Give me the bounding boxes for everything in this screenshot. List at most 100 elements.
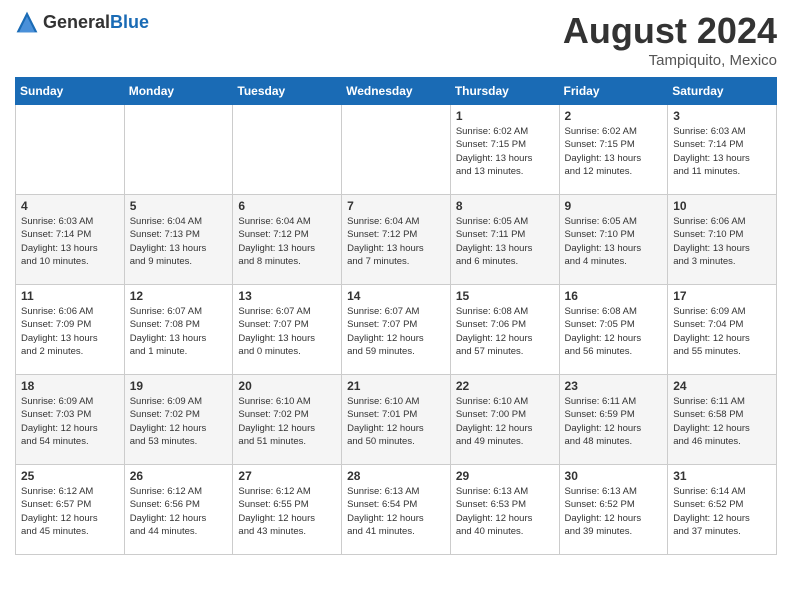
day-number: 16 <box>565 289 663 303</box>
day-info: Sunrise: 6:04 AM Sunset: 7:12 PM Dayligh… <box>238 215 336 268</box>
calendar-cell: 22 Sunrise: 6:10 AM Sunset: 7:00 PM Dayli… <box>450 375 559 465</box>
week-row-4: 25Sunrise: 6:12 AM Sunset: 6:57 PM Dayli… <box>16 465 777 555</box>
day-number: 29 <box>456 469 554 483</box>
day-info: Sunrise: 6:11 AM Sunset: 6:58 PM Dayligh… <box>673 395 771 448</box>
calendar-cell: 4 Sunrise: 6:03 AM Sunset: 7:14 PM Daylig… <box>16 195 125 285</box>
day-info: Sunrise: 6:11 AM Sunset: 6:59 PM Dayligh… <box>565 395 663 448</box>
header: GeneralBlue August 2024 Tampiquito, Mexi… <box>15 10 777 69</box>
calendar-table: SundayMondayTuesdayWednesdayThursdayFrid… <box>15 77 777 555</box>
calendar-cell: 20Sunrise: 6:10 AM Sunset: 7:02 PM Dayli… <box>233 375 342 465</box>
day-header-monday: Monday <box>124 78 233 105</box>
calendar-cell: 23 Sunrise: 6:11 AM Sunset: 6:59 PM Dayli… <box>559 375 668 465</box>
calendar-cell: 3 Sunrise: 6:03 AM Sunset: 7:14 PM Daylig… <box>668 105 777 195</box>
day-info: Sunrise: 6:03 AM Sunset: 7:14 PM Dayligh… <box>21 215 119 268</box>
day-info: Sunrise: 6:10 AM Sunset: 7:01 PM Dayligh… <box>347 395 445 448</box>
day-info: Sunrise: 6:07 AM Sunset: 7:07 PM Dayligh… <box>347 305 445 358</box>
day-info: Sunrise: 6:08 AM Sunset: 7:06 PM Dayligh… <box>456 305 554 358</box>
calendar-cell: 28 Sunrise: 6:13 AM Sunset: 6:54 PM Dayli… <box>342 465 451 555</box>
calendar-cell: 14 Sunrise: 6:07 AM Sunset: 7:07 PM Dayli… <box>342 285 451 375</box>
day-info: Sunrise: 6:13 AM Sunset: 6:54 PM Dayligh… <box>347 485 445 538</box>
day-number: 17 <box>673 289 771 303</box>
calendar-cell: 17 Sunrise: 6:09 AM Sunset: 7:04 PM Dayli… <box>668 285 777 375</box>
calendar-cell: 7Sunrise: 6:04 AM Sunset: 7:12 PM Daylig… <box>342 195 451 285</box>
calendar-cell: 2Sunrise: 6:02 AM Sunset: 7:15 PM Daylig… <box>559 105 668 195</box>
day-header-friday: Friday <box>559 78 668 105</box>
logo: GeneralBlue <box>15 10 149 34</box>
calendar-cell: 13 Sunrise: 6:07 AM Sunset: 7:07 PM Dayli… <box>233 285 342 375</box>
calendar-cell: 15 Sunrise: 6:08 AM Sunset: 7:06 PM Dayli… <box>450 285 559 375</box>
day-number: 21 <box>347 379 445 393</box>
day-number: 12 <box>130 289 228 303</box>
day-info: Sunrise: 6:07 AM Sunset: 7:08 PM Dayligh… <box>130 305 228 358</box>
calendar-cell: 29Sunrise: 6:13 AM Sunset: 6:53 PM Dayli… <box>450 465 559 555</box>
calendar-cell: 18 Sunrise: 6:09 AM Sunset: 7:03 PM Dayli… <box>16 375 125 465</box>
day-header-thursday: Thursday <box>450 78 559 105</box>
day-number: 18 <box>21 379 119 393</box>
calendar-cell: 24 Sunrise: 6:11 AM Sunset: 6:58 PM Dayli… <box>668 375 777 465</box>
day-info: Sunrise: 6:09 AM Sunset: 7:04 PM Dayligh… <box>673 305 771 358</box>
day-info: Sunrise: 6:05 AM Sunset: 7:11 PM Dayligh… <box>456 215 554 268</box>
day-number: 23 <box>565 379 663 393</box>
calendar-cell: 21 Sunrise: 6:10 AM Sunset: 7:01 PM Dayli… <box>342 375 451 465</box>
day-number: 24 <box>673 379 771 393</box>
day-number: 27 <box>238 469 336 483</box>
day-number: 1 <box>456 109 554 123</box>
day-header-tuesday: Tuesday <box>233 78 342 105</box>
day-info: Sunrise: 6:04 AM Sunset: 7:12 PM Dayligh… <box>347 215 445 268</box>
day-info: Sunrise: 6:06 AM Sunset: 7:09 PM Dayligh… <box>21 305 119 358</box>
day-info: Sunrise: 6:06 AM Sunset: 7:10 PM Dayligh… <box>673 215 771 268</box>
title-area: August 2024 Tampiquito, Mexico <box>563 10 777 69</box>
calendar-cell <box>16 105 125 195</box>
day-number: 6 <box>238 199 336 213</box>
day-number: 28 <box>347 469 445 483</box>
day-info: Sunrise: 6:10 AM Sunset: 7:00 PM Dayligh… <box>456 395 554 448</box>
day-number: 30 <box>565 469 663 483</box>
day-info: Sunrise: 6:09 AM Sunset: 7:02 PM Dayligh… <box>130 395 228 448</box>
day-number: 25 <box>21 469 119 483</box>
day-number: 26 <box>130 469 228 483</box>
calendar-header: SundayMondayTuesdayWednesdayThursdayFrid… <box>16 78 777 105</box>
day-number: 13 <box>238 289 336 303</box>
day-number: 11 <box>21 289 119 303</box>
day-number: 20 <box>238 379 336 393</box>
day-number: 15 <box>456 289 554 303</box>
day-info: Sunrise: 6:08 AM Sunset: 7:05 PM Dayligh… <box>565 305 663 358</box>
calendar-cell: 16 Sunrise: 6:08 AM Sunset: 7:05 PM Dayli… <box>559 285 668 375</box>
week-row-2: 11 Sunrise: 6:06 AM Sunset: 7:09 PM Dayli… <box>16 285 777 375</box>
day-number: 4 <box>21 199 119 213</box>
day-info: Sunrise: 6:07 AM Sunset: 7:07 PM Dayligh… <box>238 305 336 358</box>
day-info: Sunrise: 6:09 AM Sunset: 7:03 PM Dayligh… <box>21 395 119 448</box>
calendar-cell: 6 Sunrise: 6:04 AM Sunset: 7:12 PM Daylig… <box>233 195 342 285</box>
calendar-cell <box>124 105 233 195</box>
logo-general: General <box>43 12 110 32</box>
calendar-cell: 5Sunrise: 6:04 AM Sunset: 7:13 PM Daylig… <box>124 195 233 285</box>
day-number: 22 <box>456 379 554 393</box>
logo-blue: Blue <box>110 12 149 32</box>
logo-icon <box>15 10 39 34</box>
day-number: 14 <box>347 289 445 303</box>
calendar-cell: 8 Sunrise: 6:05 AM Sunset: 7:11 PM Daylig… <box>450 195 559 285</box>
calendar-cell: 26 Sunrise: 6:12 AM Sunset: 6:56 PM Dayli… <box>124 465 233 555</box>
calendar-body: 1Sunrise: 6:02 AM Sunset: 7:15 PM Daylig… <box>16 105 777 555</box>
day-header-sunday: Sunday <box>16 78 125 105</box>
day-number: 3 <box>673 109 771 123</box>
calendar-cell: 1Sunrise: 6:02 AM Sunset: 7:15 PM Daylig… <box>450 105 559 195</box>
day-number: 2 <box>565 109 663 123</box>
calendar-cell: 12 Sunrise: 6:07 AM Sunset: 7:08 PM Dayli… <box>124 285 233 375</box>
day-info: Sunrise: 6:13 AM Sunset: 6:52 PM Dayligh… <box>565 485 663 538</box>
calendar-cell: 25Sunrise: 6:12 AM Sunset: 6:57 PM Dayli… <box>16 465 125 555</box>
location: Tampiquito, Mexico <box>563 52 777 69</box>
day-header-wednesday: Wednesday <box>342 78 451 105</box>
calendar-cell <box>342 105 451 195</box>
day-info: Sunrise: 6:03 AM Sunset: 7:14 PM Dayligh… <box>673 125 771 178</box>
day-info: Sunrise: 6:12 AM Sunset: 6:55 PM Dayligh… <box>238 485 336 538</box>
day-number: 10 <box>673 199 771 213</box>
calendar-cell: 11 Sunrise: 6:06 AM Sunset: 7:09 PM Dayli… <box>16 285 125 375</box>
day-number: 8 <box>456 199 554 213</box>
week-row-3: 18 Sunrise: 6:09 AM Sunset: 7:03 PM Dayli… <box>16 375 777 465</box>
day-number: 31 <box>673 469 771 483</box>
day-info: Sunrise: 6:12 AM Sunset: 6:56 PM Dayligh… <box>130 485 228 538</box>
day-info: Sunrise: 6:14 AM Sunset: 6:52 PM Dayligh… <box>673 485 771 538</box>
day-header-saturday: Saturday <box>668 78 777 105</box>
calendar-cell: 30 Sunrise: 6:13 AM Sunset: 6:52 PM Dayli… <box>559 465 668 555</box>
